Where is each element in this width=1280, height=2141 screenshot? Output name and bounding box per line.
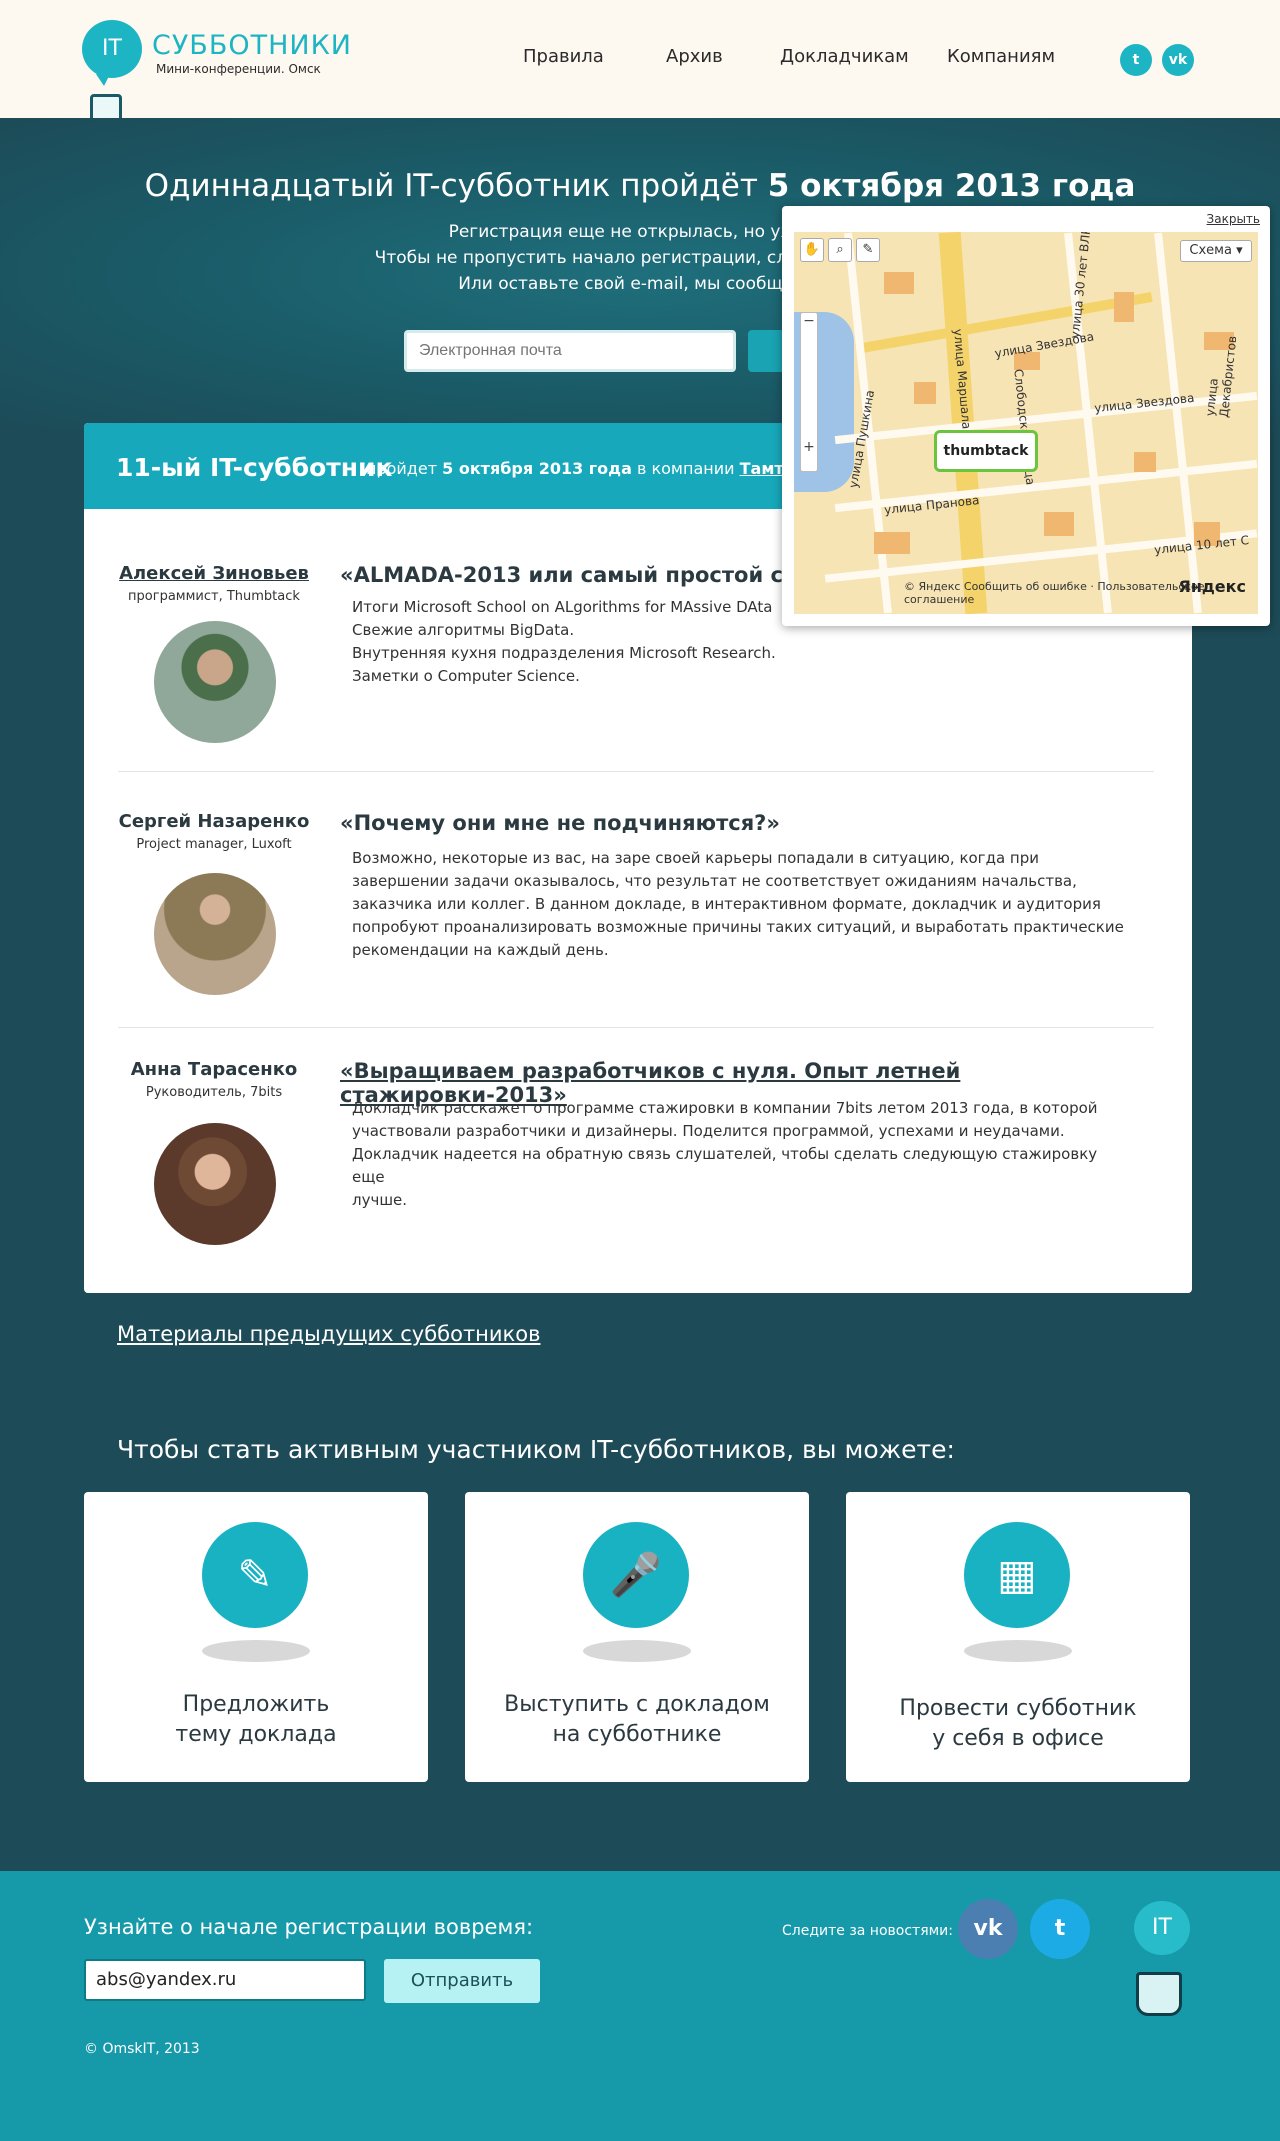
option-label: Провести субботник у себя в офисе bbox=[899, 1696, 1137, 1751]
main-nav: Правила Архив Докладчикам Компаниям bbox=[0, 46, 1280, 76]
nav-companies[interactable]: Компаниям bbox=[947, 46, 1055, 67]
vk-icon[interactable]: vk bbox=[958, 1899, 1018, 1959]
speaker-name[interactable]: Алексей Зиновьев bbox=[84, 563, 344, 584]
map-area[interactable]: улица Звездова улица Маршала улица Пушки… bbox=[794, 232, 1258, 614]
footer-email-input[interactable]: abs@yandex.ru bbox=[84, 1959, 366, 2001]
hero-title: Одиннадцатый IT-субботник пройдёт 5 октя… bbox=[144, 168, 1136, 204]
follow-label: Следите за новостями: bbox=[782, 1923, 953, 1939]
speaker-name: Сергей Назаренко bbox=[118, 811, 310, 832]
microphone-icon: 🎤 bbox=[583, 1522, 689, 1628]
vk-icon[interactable]: vk bbox=[1162, 44, 1194, 76]
twitter-icon[interactable]: t bbox=[1120, 44, 1152, 76]
edit-icon: ✎ bbox=[202, 1522, 308, 1628]
nav-rules[interactable]: Правила bbox=[523, 46, 604, 67]
cup-icon bbox=[1136, 1972, 1182, 2016]
map-building bbox=[1134, 452, 1156, 472]
event-title: 11-ый IT-субботник bbox=[116, 453, 393, 482]
twitter-icon[interactable]: t bbox=[1030, 1899, 1090, 1959]
nav-archive[interactable]: Архив bbox=[666, 46, 723, 67]
avatar bbox=[154, 873, 276, 995]
option-propose-topic[interactable]: ✎ Предложить тему доклада bbox=[84, 1492, 428, 1782]
option-label: Предложить тему доклада bbox=[175, 1692, 337, 1747]
speaker-role: Project manager, Luxoft bbox=[136, 837, 292, 852]
speaker-role: Руководитель, 7bits bbox=[145, 1085, 283, 1100]
zoom-plus-button[interactable]: + bbox=[801, 439, 817, 455]
materials-link[interactable]: Материалы предыдущих субботников bbox=[117, 1322, 540, 1346]
talk-description: Докладчик расскажет о программе стажиров… bbox=[352, 1099, 1098, 1209]
hand-tool-icon[interactable]: ✋ bbox=[800, 238, 824, 262]
speaker-role: программист, Thumbtack bbox=[128, 589, 300, 604]
icon-shadow bbox=[964, 1640, 1072, 1662]
divider bbox=[118, 1027, 1154, 1028]
speaker-name: Анна Тарасенко bbox=[130, 1059, 298, 1080]
talk-title: «Почему они мне не подчиняются?» bbox=[340, 811, 780, 835]
map-building bbox=[884, 272, 914, 294]
hero-email-input[interactable] bbox=[404, 330, 736, 372]
map-building bbox=[914, 382, 936, 404]
magnifier-tool-icon[interactable]: ⌕ bbox=[828, 238, 852, 262]
map-type-select[interactable]: Схема ▾ bbox=[1180, 240, 1252, 262]
map-toolbar: ✋ ⌕ ✎ bbox=[800, 238, 896, 262]
nav-speakers[interactable]: Докладчикам bbox=[780, 46, 909, 67]
map-zoom-slider[interactable]: − + bbox=[800, 312, 818, 472]
site-footer: Узнайте о начале регистрации вовремя: ab… bbox=[0, 1871, 1280, 2141]
avatar bbox=[154, 621, 276, 743]
footer-heading: Узнайте о начале регистрации вовремя: bbox=[84, 1915, 534, 1939]
logo-bubble-icon: IT bbox=[1134, 1901, 1190, 1955]
avatar bbox=[154, 1123, 276, 1245]
map-popup[interactable]: Закрыть улица Звездова улица Маршала ули… bbox=[782, 206, 1270, 626]
talk-title: «ALMADA-2013 или самый простой способ bbox=[340, 563, 854, 587]
site-header: IT СУББОТНИКИ Мини-конференции. Омск Пра… bbox=[0, 0, 1280, 128]
ruler-tool-icon[interactable]: ✎ bbox=[856, 238, 880, 262]
map-close-link[interactable]: Закрыть bbox=[1207, 212, 1260, 226]
event-details: пройдет 5 октября 2013 года в компании Т… bbox=[366, 459, 805, 478]
option-give-talk[interactable]: 🎤 Выступить с докладом на субботнике bbox=[465, 1492, 809, 1782]
map-copyright[interactable]: © Яндекс Сообщить об ошибке · Пользовате… bbox=[904, 580, 1258, 606]
divider bbox=[118, 771, 1154, 772]
zoom-minus-button[interactable]: − bbox=[801, 313, 817, 329]
icon-shadow bbox=[202, 1640, 310, 1662]
map-pin-thumbtack[interactable]: thumbtack bbox=[934, 430, 1038, 472]
option-host-office[interactable]: ▦ Провести субботник у себя в офисе bbox=[846, 1492, 1190, 1782]
footer-copyright: © OmskIT, 2013 bbox=[84, 2041, 200, 2057]
map-building bbox=[874, 532, 910, 554]
icon-shadow bbox=[583, 1640, 691, 1662]
option-label: Выступить с докладом на субботнике bbox=[504, 1692, 770, 1747]
footer-submit-button[interactable]: Отправить bbox=[384, 1959, 540, 2003]
talk-description: Возможно, некоторые из вас, на заре свое… bbox=[352, 849, 1124, 959]
office-icon: ▦ bbox=[964, 1522, 1070, 1628]
map-building bbox=[1114, 292, 1134, 322]
map-building bbox=[1044, 512, 1074, 536]
active-heading: Чтобы стать активным участником IT-суббо… bbox=[117, 1435, 955, 1464]
